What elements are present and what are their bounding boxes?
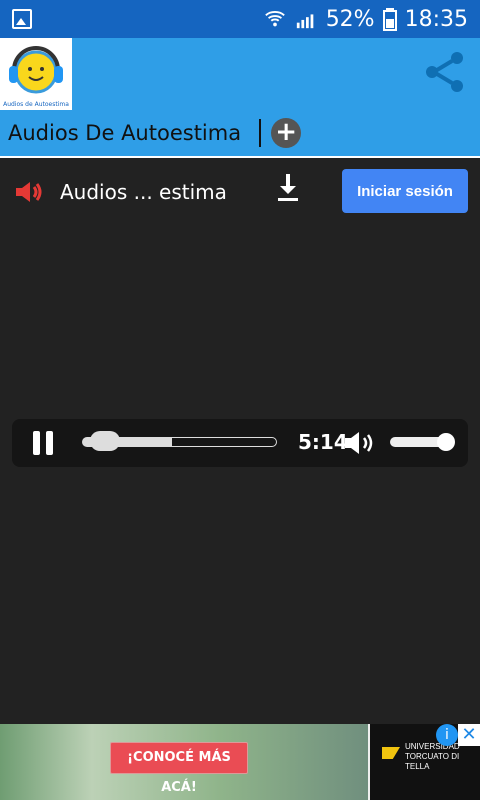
volume-icon[interactable] [343,430,379,456]
logo-text: Audios de Autoestima [3,101,69,108]
audio-player: 5:14 [12,419,468,467]
university-logo [382,747,400,759]
signin-button[interactable]: Iniciar sesión [342,169,468,213]
image-icon [12,9,32,29]
clock-text: 18:35 [404,6,468,32]
smiley-headphones-logo: Audios de Autoestima [3,46,69,108]
ad-brand-text: UNIVERSIDAD TORCUATO DI TELLA [405,742,477,772]
share-icon [426,52,463,92]
speaker-icon [16,182,42,202]
audio-title-row: Audios ... estima [14,178,227,206]
ad-cta-button[interactable]: ¡CONOCÉ MÁS ACÁ! [110,742,248,795]
battery-icon [382,8,397,31]
status-bar: 52% 18:35 [0,0,480,38]
seek-thumb[interactable] [90,431,120,451]
ad-close-icon[interactable]: ✕ [458,724,480,746]
status-right: 52% 18:35 [264,4,468,34]
ad-banner[interactable]: ¡CONOCÉ MÁS ACÁ! UNIVERSIDAD TORCUATO DI… [0,724,480,800]
audio-title: Audios ... estima [60,180,227,204]
app-logo: Audios de Autoestima [0,38,72,110]
pause-icon[interactable] [33,431,53,455]
wifi-icon [264,10,285,27]
playback-time: 5:14 [298,430,348,454]
plus-icon[interactable]: + [271,118,302,148]
battery-text: 52% [325,6,375,32]
app-title: Audios De Autoestima [8,121,242,145]
signal-icon [296,14,314,29]
share-button[interactable] [420,47,470,97]
volume-thumb[interactable] [437,433,455,451]
ad-brand-line2: TORCUATO DI TELLA [405,752,460,771]
title-divider [259,119,262,147]
ad-info-icon[interactable]: i [436,724,458,746]
download-icon[interactable] [276,174,300,202]
app-title-bar: Audios De Autoestima + [8,114,302,152]
